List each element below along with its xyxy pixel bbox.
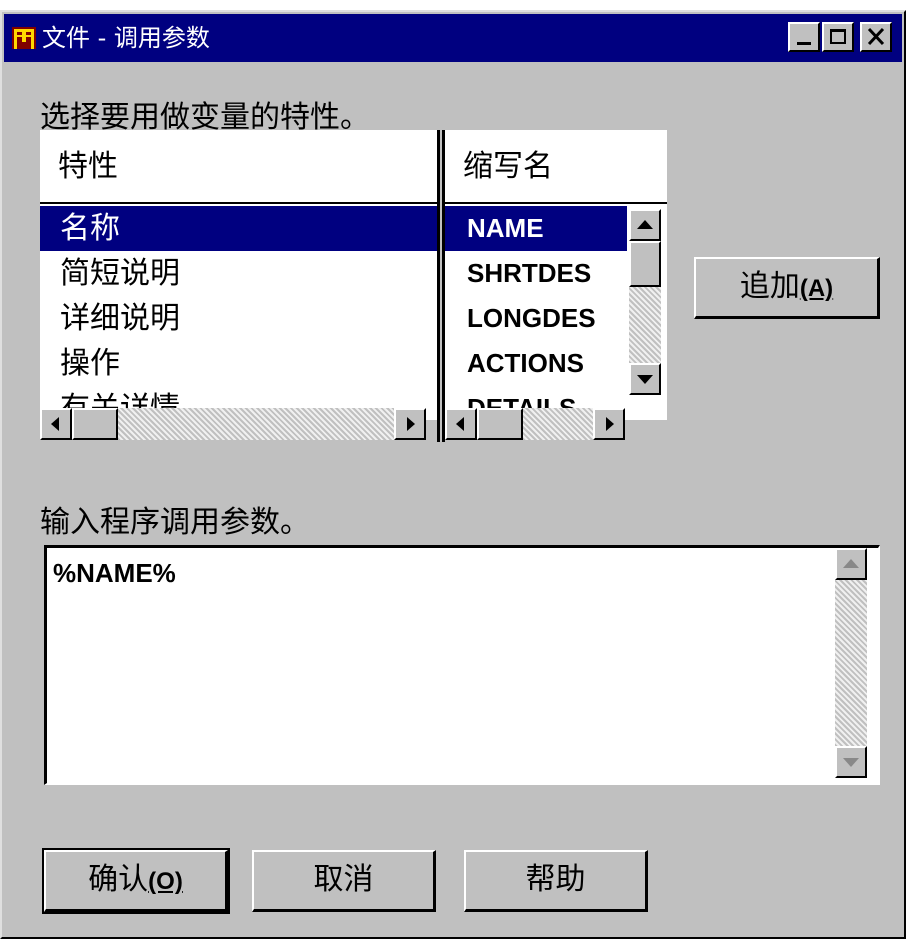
abbreviation-column-header[interactable]: 缩写名: [445, 130, 667, 204]
abbreviation-item[interactable]: NAME: [445, 206, 627, 251]
attribute-hscroll-track[interactable]: [118, 408, 394, 440]
params-scroll-up-button[interactable]: [835, 548, 867, 580]
maximize-button[interactable]: [822, 22, 854, 52]
add-button-mnemonic: (A): [799, 275, 834, 302]
params-prompt: 输入程序调用参数。: [40, 505, 310, 540]
params-scroll-down-button[interactable]: [835, 746, 867, 778]
attribute-scroll-left-button[interactable]: [40, 408, 72, 440]
attribute-rows: 名称 简短说明 详细说明 操作 有关详情: [40, 206, 438, 420]
help-button[interactable]: 帮助: [464, 850, 648, 912]
attribute-hscroll-thumb[interactable]: [72, 408, 118, 440]
dialog-window: 文件 - 调用参数 选择要用做变量的特性。 特性 名称 简短说明 详细说明 操作…: [0, 10, 906, 939]
attribute-item[interactable]: 简短说明: [40, 251, 438, 296]
arrow-right-icon: [606, 417, 614, 431]
maximize-icon: [830, 29, 846, 44]
close-button[interactable]: [860, 22, 892, 52]
title-bar[interactable]: 文件 - 调用参数: [4, 14, 902, 62]
abbreviation-vscroll-thumb[interactable]: [629, 241, 661, 287]
ok-button-label: 确认: [88, 862, 149, 897]
abbreviation-hscroll-track[interactable]: [523, 408, 593, 440]
abbreviation-scroll-left-button[interactable]: [445, 408, 477, 440]
abbreviation-scroll-down-button[interactable]: [629, 363, 661, 395]
arrow-down-icon: [843, 758, 859, 767]
attribute-item[interactable]: 详细说明: [40, 296, 438, 341]
window-title: 文件 - 调用参数: [42, 24, 210, 52]
arrow-left-icon: [456, 417, 464, 431]
arrow-left-icon: [51, 417, 59, 431]
help-button-label: 帮助: [525, 862, 586, 897]
arrow-right-icon: [407, 417, 415, 431]
ok-button[interactable]: 确认(O): [42, 848, 230, 914]
attribute-item[interactable]: 名称: [40, 206, 438, 251]
params-value[interactable]: %NAME%: [53, 558, 176, 589]
minimize-button[interactable]: [788, 22, 820, 52]
attribute-item[interactable]: 操作: [40, 341, 438, 386]
app-window-icon[interactable]: [12, 27, 36, 49]
abbreviation-scroll-up-button[interactable]: [629, 209, 661, 241]
cancel-button[interactable]: 取消: [252, 850, 436, 912]
abbreviation-item[interactable]: SHRTDES: [445, 251, 627, 296]
params-vscroll-track[interactable]: [835, 580, 867, 746]
add-button-label: 追加: [739, 269, 800, 304]
attribute-column-header[interactable]: 特性: [40, 130, 438, 204]
attribute-list[interactable]: 特性 名称 简短说明 详细说明 操作 有关详情: [40, 130, 438, 420]
attribute-scroll-right-button[interactable]: [394, 408, 426, 440]
arrow-up-icon: [843, 559, 859, 568]
abbreviation-hscroll-thumb[interactable]: [477, 408, 523, 440]
arrow-down-icon: [637, 375, 653, 384]
arrow-up-icon: [637, 220, 653, 229]
abbreviation-item[interactable]: ACTIONS: [445, 341, 627, 386]
abbreviation-rows: NAME SHRTDES LONGDES ACTIONS DETAILS: [445, 206, 627, 420]
minimize-icon: [797, 42, 811, 45]
abbreviation-scroll-right-button[interactable]: [593, 408, 625, 440]
ok-button-mnemonic: (O): [148, 868, 183, 895]
column-divider: [437, 130, 440, 442]
abbreviation-item[interactable]: LONGDES: [445, 296, 627, 341]
close-icon: [867, 27, 885, 46]
abbreviation-vscroll-track[interactable]: [629, 287, 661, 363]
add-button[interactable]: 追加(A): [694, 257, 880, 319]
cancel-button-label: 取消: [313, 862, 374, 897]
params-textarea[interactable]: %NAME%: [44, 545, 880, 785]
